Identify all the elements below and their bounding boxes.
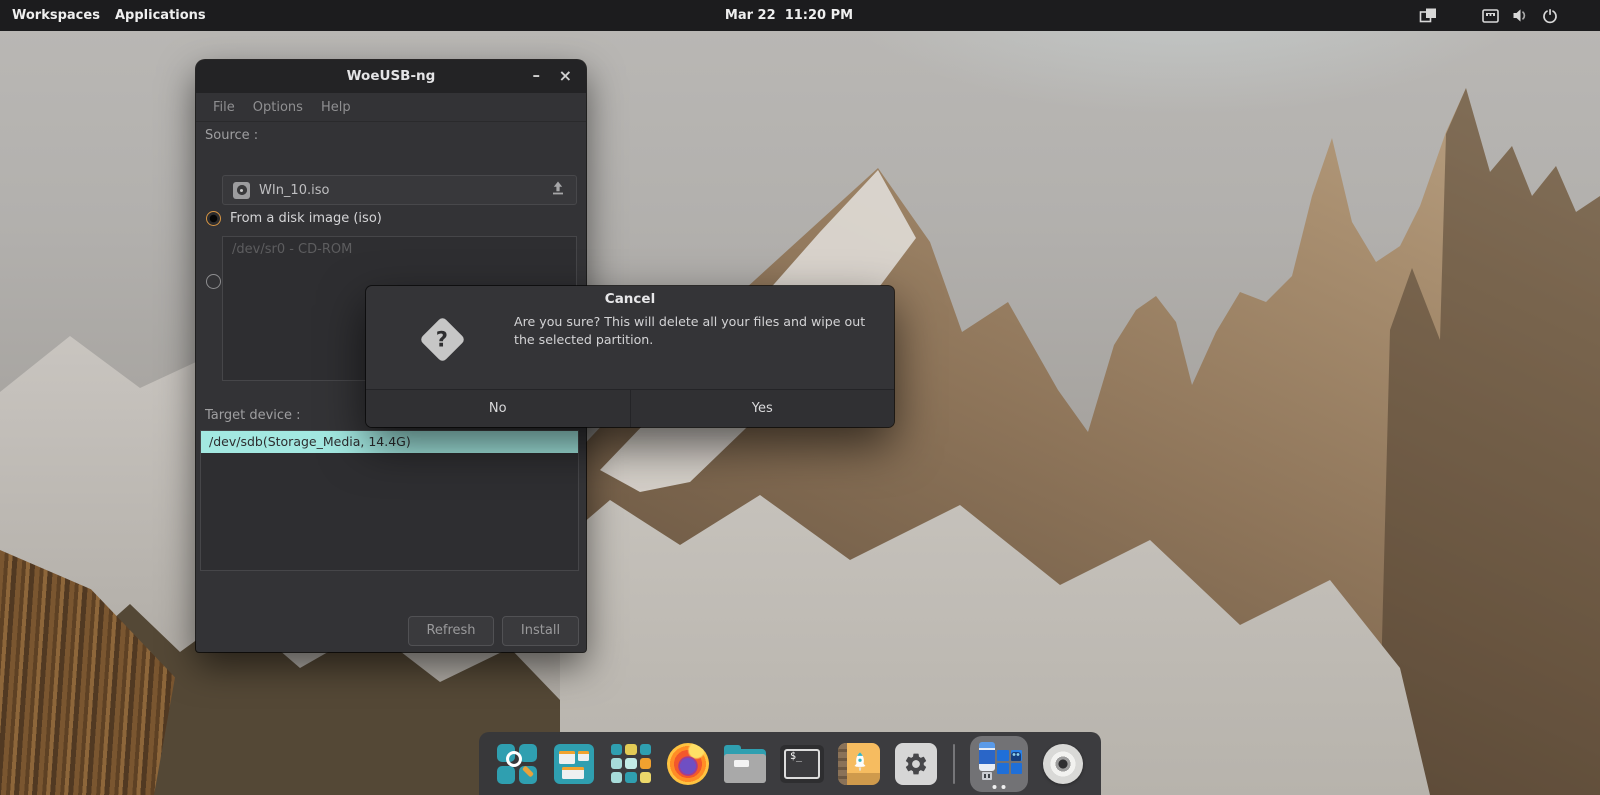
menu-options[interactable]: Options xyxy=(244,100,312,115)
terminal-icon[interactable]: $_ xyxy=(780,742,824,786)
firefox-icon[interactable] xyxy=(666,742,710,786)
install-button[interactable]: Install xyxy=(502,616,579,646)
target-device-list[interactable]: /dev/sdb(Storage_Media, 14.4G) xyxy=(200,430,579,571)
question-glyph: ? xyxy=(436,328,448,352)
disk-image-radio-button[interactable] xyxy=(206,211,221,226)
usb-drive-icon xyxy=(979,742,995,771)
search-icon xyxy=(506,751,522,767)
gear-icon xyxy=(895,743,937,785)
frog-icon xyxy=(1011,752,1021,761)
cd-icon xyxy=(1043,744,1083,784)
volume-icon[interactable] xyxy=(1512,8,1529,23)
desktop: Workspaces Applications Mar 22 11:20 PM … xyxy=(0,0,1600,795)
terminal-prompt: $_ xyxy=(790,751,802,762)
dialog-message-line1: Are you sure? This will delete all your … xyxy=(514,313,886,331)
dialog-message: Are you sure? This will delete all your … xyxy=(514,313,886,349)
dock: $_ xyxy=(479,732,1101,795)
disk-image-radio-row[interactable]: From a disk image (iso) xyxy=(206,211,382,226)
power-icon[interactable] xyxy=(1542,8,1558,24)
iso-filename: WIn_10.iso xyxy=(259,183,541,198)
dialog-title: Cancel xyxy=(366,286,894,307)
applications-menu[interactable]: Applications xyxy=(115,0,206,31)
workspaces-menu[interactable]: Workspaces xyxy=(12,0,100,31)
target-device-item-selected[interactable]: /dev/sdb(Storage_Media, 14.4G) xyxy=(201,431,578,453)
cd-drive-item: /dev/sr0 - CD-ROM xyxy=(223,237,576,262)
close-button[interactable]: × xyxy=(559,60,572,93)
file-manager-icon[interactable] xyxy=(723,742,767,786)
window-switcher-icon[interactable] xyxy=(552,742,596,786)
disc-burner-icon[interactable] xyxy=(1041,742,1085,786)
menu-bar: File Options Help xyxy=(196,93,586,122)
disk-image-radio-label: From a disk image (iso) xyxy=(230,211,382,226)
target-section-label: Target device : xyxy=(205,408,301,423)
disc-icon xyxy=(233,182,250,199)
refresh-button[interactable]: Refresh xyxy=(408,616,494,646)
windows-stack-icon[interactable] xyxy=(1419,7,1438,24)
clock[interactable]: Mar 22 11:20 PM xyxy=(725,0,853,31)
network-icon[interactable] xyxy=(1482,9,1499,23)
cancel-dialog: Cancel ? Are you sure? This will delete … xyxy=(366,286,894,427)
minimize-button[interactable]: – xyxy=(533,60,541,93)
yes-button[interactable]: Yes xyxy=(630,390,895,427)
titlebar[interactable]: WoeUSB-ng – × xyxy=(196,60,586,93)
system-tray xyxy=(1419,0,1558,31)
menu-file[interactable]: File xyxy=(204,100,244,115)
window-title: WoeUSB-ng xyxy=(196,60,586,93)
menu-help[interactable]: Help xyxy=(312,100,360,115)
cd-drive-radio-button[interactable] xyxy=(206,274,221,289)
woeusb-icon-active[interactable] xyxy=(970,736,1028,792)
app-finder-icon[interactable] xyxy=(495,742,539,786)
dialog-button-row: No Yes xyxy=(366,389,894,427)
upload-icon[interactable] xyxy=(550,180,566,200)
dialog-message-line2: the selected partition. xyxy=(514,331,886,349)
app-launcher-rocket-icon[interactable] xyxy=(837,742,881,786)
open-windows-indicator xyxy=(993,785,1006,789)
dock-separator xyxy=(953,744,955,784)
top-bar: Workspaces Applications Mar 22 11:20 PM xyxy=(0,0,1600,31)
settings-icon[interactable] xyxy=(894,742,938,786)
question-icon: ? xyxy=(419,316,466,363)
app-grid-icon[interactable] xyxy=(609,742,653,786)
source-section-label: Source : xyxy=(205,128,258,143)
iso-file-picker[interactable]: WIn_10.iso xyxy=(222,175,577,205)
no-button[interactable]: No xyxy=(366,390,630,427)
